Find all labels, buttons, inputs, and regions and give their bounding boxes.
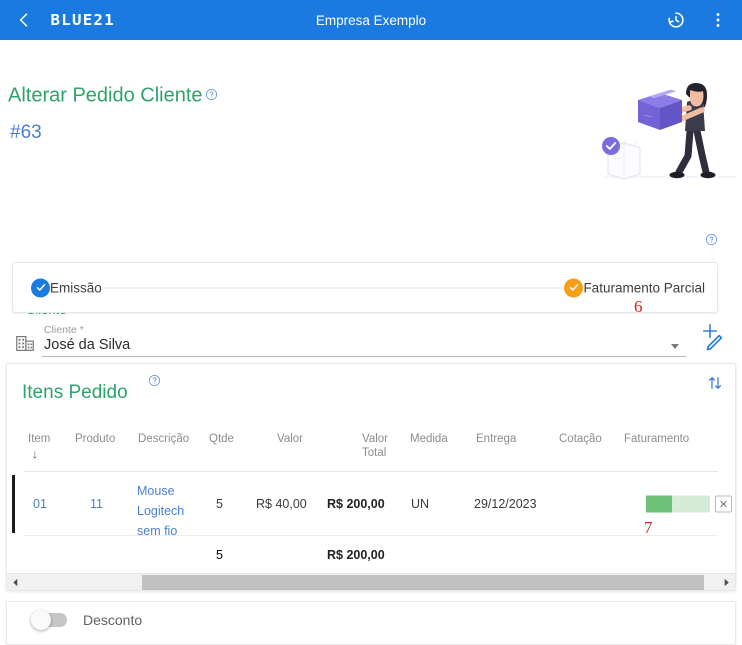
help-circle-icon [148,374,161,387]
help-circle-icon [705,233,718,246]
cell-medida: UN [411,496,430,511]
client-select[interactable]: Cliente * José da Silva [42,324,686,357]
items-section-title: Itens Pedido [22,382,128,403]
client-field-row: Cliente * José da Silva [14,324,726,357]
column-header-produto[interactable]: Produto [75,432,115,446]
cell-descricao: Mouse Logitech sem fio [137,484,185,538]
back-button[interactable] [12,8,36,32]
app-bar: BLUE21 Empresa Exemplo [0,0,742,40]
stepper-help-button[interactable] [705,233,718,249]
app-bar-actions [664,8,730,32]
app-logo[interactable]: BLUE21 [50,11,114,29]
stepper-connector [103,287,563,288]
cell-entrega: 29/12/2023 [474,496,537,511]
column-header-entrega[interactable]: Entrega [476,432,516,446]
items-table: Item ↓ Produto Descrição Qtde Valor Valo… [0,425,742,574]
discount-card: Desconto [6,601,736,645]
scrollbar-track[interactable] [24,574,718,591]
discount-toggle[interactable] [31,610,67,630]
cell-valor: R$ 40,00 [256,496,307,511]
client-field-caption: Cliente * [44,324,84,336]
step-faturamento-parcial[interactable]: Faturamento Parcial [564,278,705,297]
check-circle-icon [564,278,584,297]
order-number: #63 [10,122,42,143]
status-stepper-card: Emissão Faturamento Parcial [12,262,718,313]
more-vert-icon [716,13,720,27]
overflow-menu-button[interactable] [706,8,730,32]
faturamento-progress-bar[interactable]: 2 [646,495,710,512]
add-status-button[interactable] [700,321,720,341]
items-help-button[interactable] [148,374,161,390]
sort-swap-icon [708,377,722,389]
cell-item: 01 [33,496,47,511]
status-stepper: Emissão Faturamento Parcial [31,278,705,297]
step-label-emissao: Emissão [50,280,102,295]
check-icon [569,284,579,291]
close-icon [720,500,727,507]
items-table-header: Item ↓ Produto Descrição Qtde Valor Valo… [24,425,718,472]
plus-icon [702,323,718,339]
history-button[interactable] [664,8,688,32]
column-header-valor-total[interactable]: Valor Total [362,432,388,460]
items-table-totals-row: 5 R$ 200,00 [24,536,718,574]
chevron-down-icon[interactable] [671,344,679,349]
column-header-medida[interactable]: Medida [410,432,448,446]
scrollbar-thumb[interactable] [141,574,705,590]
building-icon [16,335,34,351]
column-header-qtde[interactable]: Qtde [209,432,234,446]
cell-produto: 11 [90,496,103,511]
help-circle-icon [205,88,218,101]
triangle-left-icon [13,578,18,586]
check-circle-icon [31,278,50,297]
total-valor-total: R$ 200,00 [327,547,385,562]
column-header-valor[interactable]: Valor [277,432,303,446]
cell-valor-total: R$ 200,00 [327,496,385,511]
history-icon [668,12,684,28]
row-selection-marker [12,475,15,533]
annotation-7: 7 [644,518,653,537]
column-header-cotacao[interactable]: Cotação [559,432,602,446]
scroll-right-button[interactable] [718,574,735,591]
table-row[interactable]: 01 11 Mouse Logitech sem fio 5 R$ 40,00 … [12,472,732,538]
client-field-value: José da Silva [44,337,131,353]
column-header-descricao[interactable]: Descrição [138,432,189,446]
step-emissao[interactable]: Emissão [31,278,102,297]
chevron-left-icon [19,13,28,27]
scroll-left-button[interactable] [7,574,24,591]
faturamento-progress-value: 2 [674,497,682,510]
discount-label: Desconto [83,612,143,628]
page-header: Alterar Pedido Cliente #63 [0,40,742,182]
cell-qtde: 5 [216,496,223,511]
total-qtde: 5 [216,547,223,562]
discount-toggle-knob [31,610,51,630]
client-section: Cliente Cliente * José da Silva [0,148,742,357]
items-horizontal-scrollbar[interactable] [7,573,735,590]
annotation-6: 6 [634,297,643,316]
sort-direction-icon: ↓ [32,447,38,461]
column-header-faturamento[interactable]: Faturamento [624,432,689,446]
triangle-right-icon [724,578,729,586]
discount-row: Desconto [31,610,143,630]
page-title: Alterar Pedido Cliente [8,84,203,107]
toggle-sort-button[interactable] [706,374,724,392]
check-icon [36,284,45,291]
page-help-button[interactable] [205,88,218,104]
column-header-item[interactable]: Item [28,432,50,446]
step-label-faturamento-parcial: Faturamento Parcial [583,280,705,295]
delete-row-button[interactable] [715,495,732,512]
